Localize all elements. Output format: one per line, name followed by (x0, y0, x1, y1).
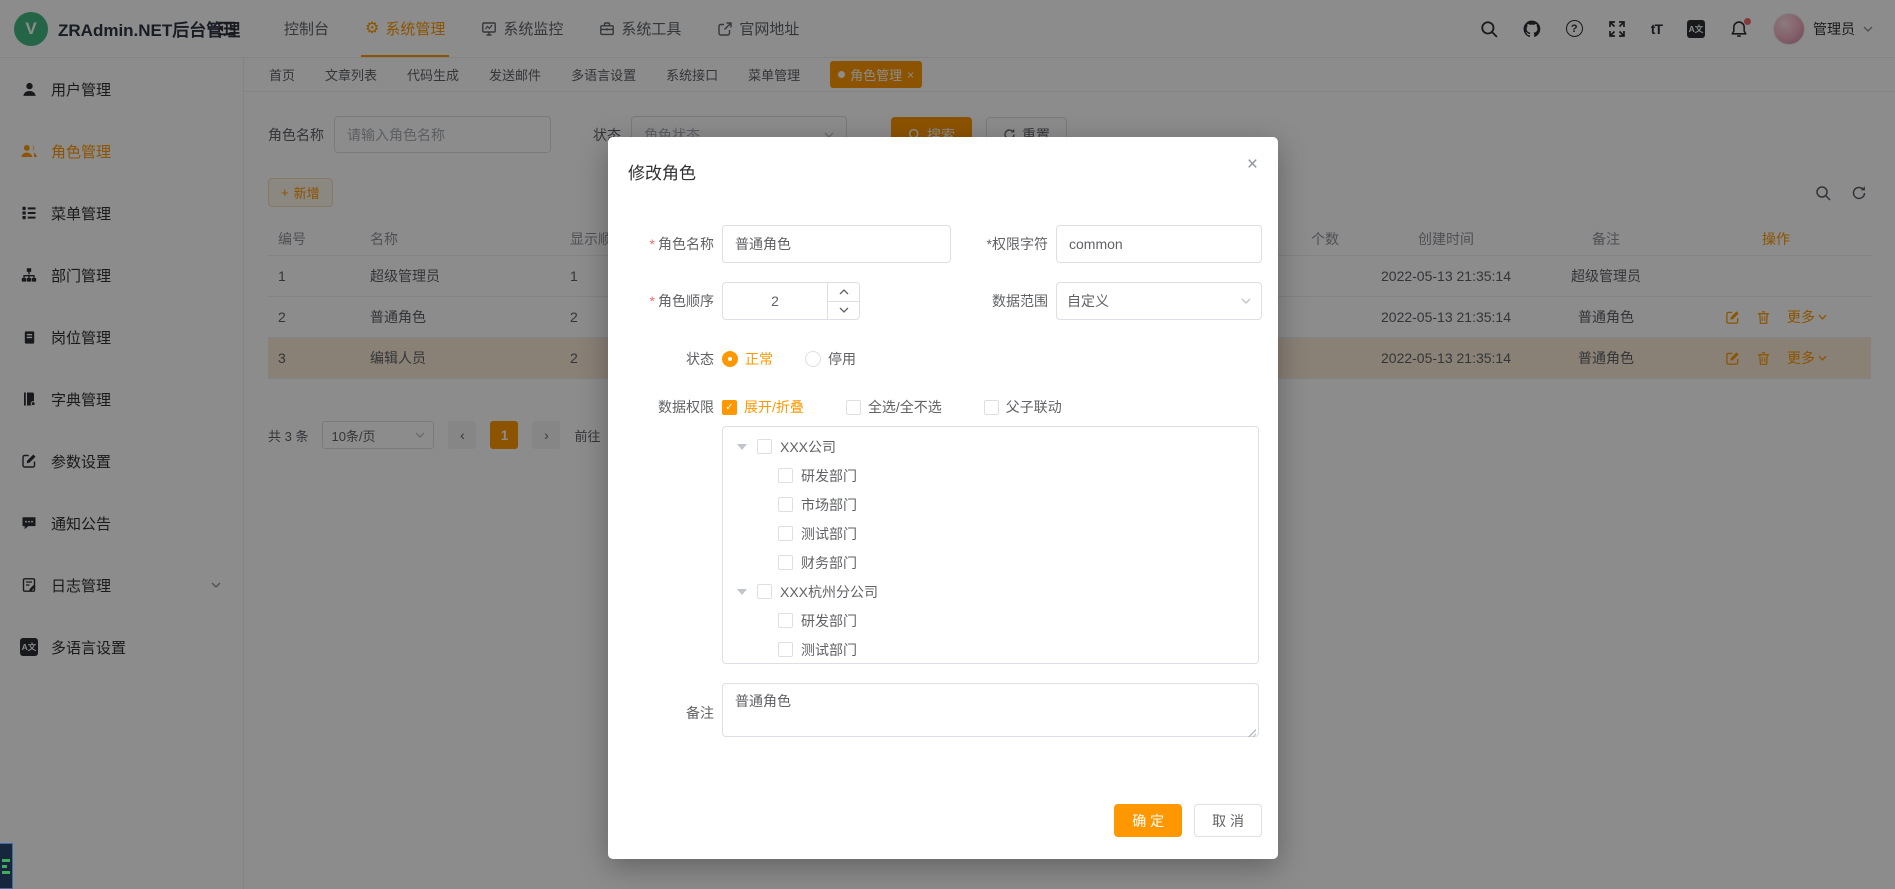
status-label: 状态 (608, 349, 714, 369)
checkbox-icon[interactable] (778, 497, 793, 512)
close-icon[interactable]: × (1247, 155, 1258, 174)
chevron-down-icon (1241, 298, 1251, 304)
corner-widget (0, 843, 13, 889)
stepper-up-button[interactable] (828, 283, 859, 302)
status-radio-disabled[interactable]: 停用 (805, 349, 856, 369)
dialog-footer: 确 定 取 消 (1114, 804, 1262, 837)
tree-node-parent[interactable]: XXX杭州分公司 (723, 577, 1258, 606)
checkbox-icon[interactable] (757, 584, 772, 599)
remark-textarea[interactable]: 普通角色 (722, 683, 1259, 737)
checkbox-icon[interactable] (778, 526, 793, 541)
tree-node-child[interactable]: 研发部门 (723, 461, 1258, 490)
caret-down-icon[interactable] (735, 444, 749, 450)
radio-icon (722, 351, 738, 367)
tree-node-child[interactable]: 测试部门 (723, 519, 1258, 548)
checkbox-icon (846, 400, 861, 415)
tree-node-child[interactable]: 市场部门 (723, 490, 1258, 519)
checkbox-icon[interactable] (778, 642, 793, 657)
tree-node-child[interactable]: 研发部门 (723, 606, 1258, 635)
checkbox-icon: ✓ (722, 400, 737, 415)
dialog-row-data-permission: 数据权限 ✓ 展开/折叠 全选/全不选 父子联动 (608, 397, 1278, 417)
select-all-checkbox[interactable]: 全选/全不选 (846, 397, 942, 417)
role-key-label: *权限字符 (951, 234, 1048, 254)
dialog-row-status: 状态 正常 停用 (608, 349, 1278, 369)
data-scope-value: 自定义 (1067, 291, 1109, 311)
radio-icon (805, 351, 821, 367)
role-name-field[interactable] (722, 225, 951, 263)
edit-role-dialog: 修改角色 × *角色名称 *权限字符 *角色顺序 2 数据范围 自定义 状态 正… (608, 137, 1278, 859)
dialog-title: 修改角色 (628, 159, 696, 184)
role-key-field[interactable] (1056, 225, 1262, 263)
expand-collapse-checkbox[interactable]: ✓ 展开/折叠 (722, 397, 804, 417)
stepper-value: 2 (723, 283, 827, 319)
required-mark: * (650, 293, 655, 309)
dialog-row-1: *角色名称 *权限字符 (608, 225, 1278, 263)
tree-node-child[interactable]: 财务部门 (723, 548, 1258, 577)
data-permission-label: 数据权限 (608, 397, 714, 417)
role-sort-stepper[interactable]: 2 (722, 282, 860, 320)
checkbox-icon (984, 400, 999, 415)
data-scope-label: 数据范围 (860, 291, 1048, 311)
role-sort-label: *角色顺序 (608, 291, 714, 311)
dialog-row-remark: 备注 普通角色 (608, 683, 1278, 742)
remark-label: 备注 (608, 703, 714, 723)
stepper-down-button[interactable] (828, 302, 859, 320)
department-tree: XXX公司 研发部门 市场部门 测试部门 财务部门 XXX杭州分公司 (722, 426, 1259, 664)
status-radio-normal[interactable]: 正常 (722, 349, 773, 369)
caret-down-icon[interactable] (735, 589, 749, 595)
checkbox-icon[interactable] (778, 555, 793, 570)
data-scope-select[interactable]: 自定义 (1056, 282, 1262, 320)
parent-child-link-checkbox[interactable]: 父子联动 (984, 397, 1062, 417)
checkbox-icon[interactable] (778, 468, 793, 483)
confirm-button[interactable]: 确 定 (1114, 804, 1182, 837)
tree-node-parent[interactable]: XXX公司 (723, 432, 1258, 461)
dialog-row-2: *角色顺序 2 数据范围 自定义 (608, 282, 1278, 320)
checkbox-icon[interactable] (778, 613, 793, 628)
cancel-button[interactable]: 取 消 (1194, 804, 1262, 837)
tree-node-child[interactable]: 测试部门 (723, 635, 1258, 664)
required-mark: * (650, 236, 655, 252)
role-name-label: *角色名称 (608, 234, 714, 254)
checkbox-icon[interactable] (757, 439, 772, 454)
